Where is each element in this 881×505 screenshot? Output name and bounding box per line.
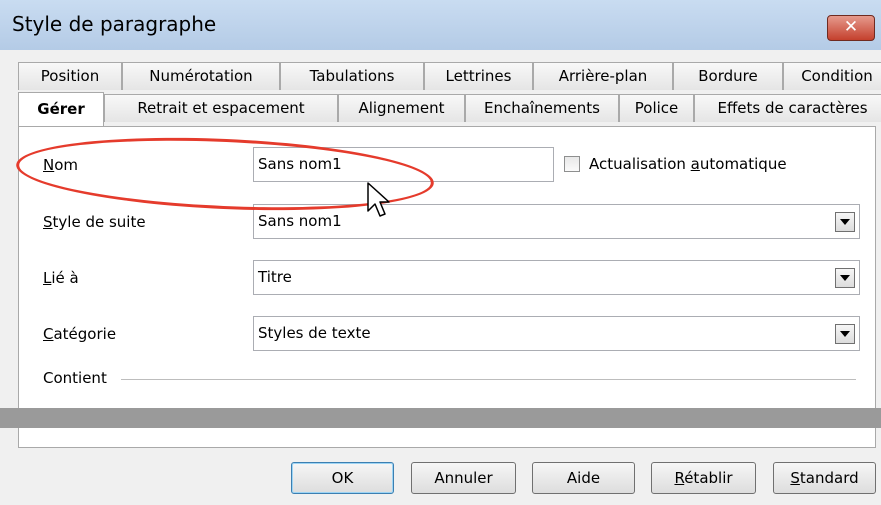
auto-update-checkbox[interactable] <box>564 156 580 172</box>
help-button[interactable]: Aide <box>532 462 635 494</box>
tab-retrait-espacement[interactable]: Retrait et espacement <box>104 94 338 122</box>
category-value: Styles de texte <box>258 324 371 342</box>
standard-button[interactable]: Standard <box>773 462 876 494</box>
contains-group-label: Contient <box>43 369 107 387</box>
next-style-dropdown-button[interactable] <box>835 212 855 232</box>
gray-separator-band <box>0 408 881 428</box>
linked-to-label: Lié à <box>43 269 79 287</box>
tab-numerotation[interactable]: Numérotation <box>122 62 280 90</box>
tab-police[interactable]: Police <box>619 94 694 122</box>
cancel-button[interactable]: Annuler <box>411 462 516 494</box>
contains-divider <box>121 379 856 380</box>
next-style-label: Style de suite <box>43 213 146 231</box>
chevron-down-icon <box>840 275 850 281</box>
tab-position[interactable]: Position <box>18 62 122 90</box>
tab-condition[interactable]: Condition <box>783 62 881 90</box>
tab-enchainements[interactable]: Enchaînements <box>465 94 619 122</box>
linked-to-select[interactable]: Titre <box>253 260 860 295</box>
tab-arriere-plan[interactable]: Arrière-plan <box>533 62 673 90</box>
tab-alignement[interactable]: Alignement <box>338 94 465 122</box>
next-style-select[interactable]: Sans nom1 <box>253 204 860 239</box>
tab-tabulations[interactable]: Tabulations <box>280 62 424 90</box>
linked-to-value: Titre <box>258 268 292 286</box>
auto-update-label[interactable]: Actualisation automatique <box>589 155 787 173</box>
tab-bordure[interactable]: Bordure <box>673 62 783 90</box>
category-label: Catégorie <box>43 325 117 343</box>
chevron-down-icon <box>840 219 850 225</box>
ok-button[interactable]: OK <box>291 462 394 494</box>
reset-button[interactable]: Rétablir <box>651 462 756 494</box>
chevron-down-icon <box>840 331 850 337</box>
window-title: Style de paragraphe <box>12 12 217 36</box>
linked-to-dropdown-button[interactable] <box>835 268 855 288</box>
category-dropdown-button[interactable] <box>835 324 855 344</box>
close-button[interactable]: ✕ <box>827 15 875 41</box>
close-icon: ✕ <box>843 17 859 37</box>
title-bar: Style de paragraphe ✕ <box>0 0 881 50</box>
name-input[interactable]: Sans nom1 <box>253 147 554 182</box>
tab-lettrines[interactable]: Lettrines <box>424 62 533 90</box>
mouse-cursor-icon <box>367 182 390 217</box>
tab-effets-caracteres[interactable]: Effets de caractères <box>694 94 881 122</box>
tab-gerer[interactable]: Gérer <box>18 92 104 126</box>
next-style-value: Sans nom1 <box>258 212 342 230</box>
name-label: Nom <box>43 156 79 174</box>
category-select[interactable]: Styles de texte <box>253 316 860 351</box>
